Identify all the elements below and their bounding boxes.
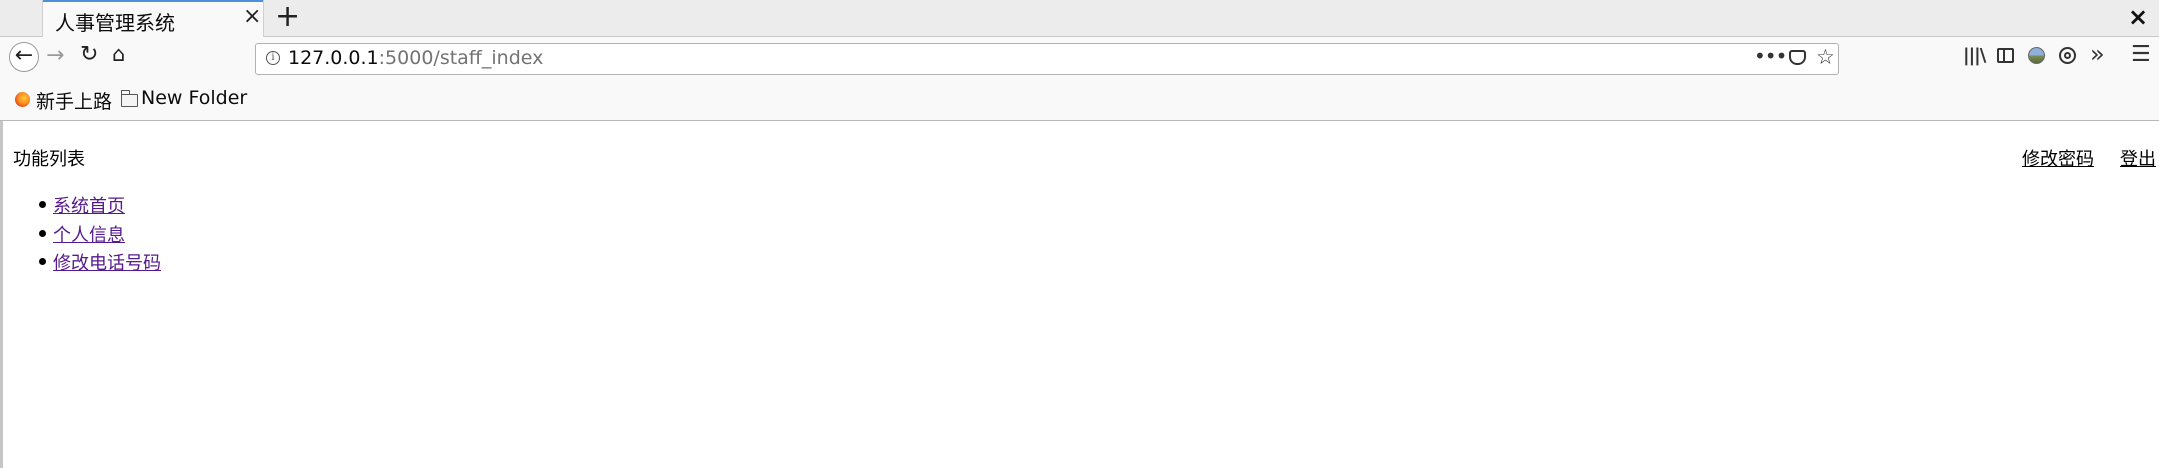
url-host: 127.0.0.1 (288, 47, 379, 69)
change-password-link[interactable]: 修改密码 (1998, 149, 2094, 170)
page-heading: 功能列表 (13, 149, 85, 170)
browser-window: 人事管理系统 × + × ← → ↻ ⌂ i 127.0.0.1:5000/st… (0, 0, 2159, 468)
bookmark-getting-started[interactable]: 新手上路 (36, 87, 112, 114)
hamburger-menu-icon[interactable]: ☰ (2131, 42, 2151, 67)
tab-accent-line (43, 0, 263, 2)
pocket-icon[interactable] (1789, 50, 1806, 65)
menu-link-home[interactable]: 系统首页 (53, 192, 125, 218)
tab-title: 人事管理系统 (55, 11, 175, 35)
library-icon[interactable]: |||\ (1963, 45, 1986, 66)
tab-active[interactable]: 人事管理系统 × (42, 0, 264, 37)
new-tab-icon[interactable]: + (275, 0, 300, 34)
reload-button[interactable]: ↻ (80, 42, 98, 67)
bookmark-new-folder[interactable]: New Folder (141, 87, 247, 109)
bullet-icon (39, 258, 46, 265)
back-button[interactable]: ← (9, 42, 39, 72)
firefox-icon (15, 92, 30, 107)
account-avatar-icon[interactable] (2028, 47, 2045, 64)
menu-link-change-phone[interactable]: 修改电话号码 (53, 249, 161, 275)
logout-link[interactable]: 登出 (2094, 149, 2156, 170)
sidebar-icon[interactable] (1997, 48, 2014, 63)
sync-icon[interactable] (2059, 47, 2076, 64)
bullet-icon (39, 201, 46, 208)
url-path: :5000/staff_index (378, 47, 544, 69)
home-button[interactable]: ⌂ (112, 42, 125, 66)
change-password-label: 修改密码 (2022, 149, 2094, 170)
window-close-icon[interactable]: × (2128, 3, 2148, 31)
tab-close-icon[interactable]: × (243, 4, 261, 29)
nav-toolbar: ← → ↻ ⌂ i 127.0.0.1:5000/staff_index •••… (0, 37, 2159, 121)
url-text[interactable]: 127.0.0.1:5000/staff_index (288, 47, 543, 69)
menu-link-profile[interactable]: 个人信息 (53, 221, 125, 247)
bullet-icon (39, 229, 46, 237)
logout-label: 登出 (2120, 149, 2156, 170)
top-links: 修改密码 登出 (1998, 145, 2156, 171)
site-info-icon[interactable]: i (266, 51, 280, 65)
url-bar[interactable]: i 127.0.0.1:5000/staff_index ••• ☆ (255, 43, 1839, 75)
overflow-chevron-icon[interactable]: » (2090, 40, 2105, 68)
forward-button[interactable]: → (46, 43, 64, 68)
bookmark-star-icon[interactable]: ☆ (1816, 45, 1835, 69)
tab-strip: 人事管理系统 × + × (0, 0, 2159, 37)
page-actions-icon[interactable]: ••• (1754, 44, 1787, 68)
folder-icon (120, 90, 138, 107)
